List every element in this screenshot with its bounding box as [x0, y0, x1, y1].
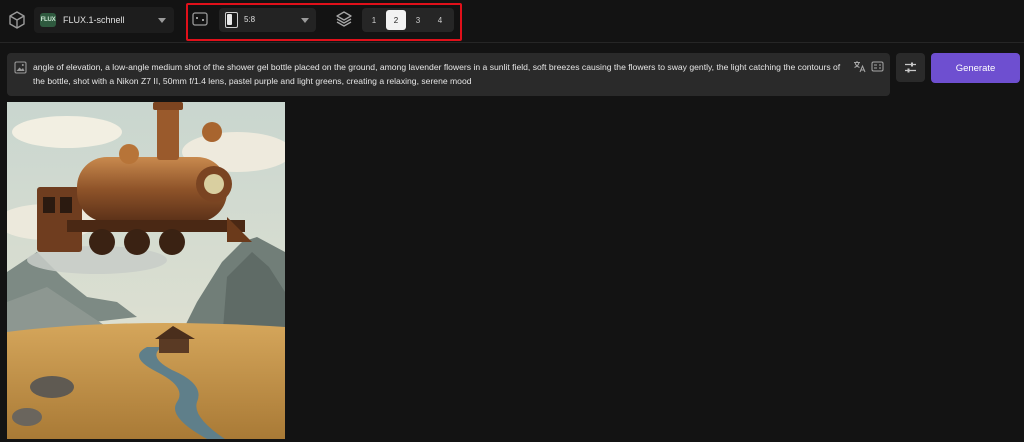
- aspect-ratio-select[interactable]: 5:8: [219, 8, 316, 32]
- toolbar-divider: [0, 42, 1024, 43]
- model-select[interactable]: FLUX FLUX.1-schnell: [34, 7, 174, 33]
- generated-image[interactable]: [7, 102, 285, 439]
- generate-button[interactable]: Generate: [931, 53, 1020, 83]
- sliders-icon: [905, 62, 916, 73]
- count-option-2[interactable]: 2: [386, 10, 406, 30]
- chevron-down-icon: [158, 18, 166, 23]
- prompt-text[interactable]: angle of elevation, a low-angle medium s…: [33, 60, 851, 88]
- cube-icon: [9, 11, 25, 29]
- image-icon: [14, 61, 27, 74]
- settings-button[interactable]: [896, 53, 925, 82]
- prompt-input[interactable]: angle of elevation, a low-angle medium s…: [7, 53, 890, 96]
- app-root: FLUX FLUX.1-schnell 5:8 1 2 3 4 angle of…: [0, 0, 1024, 442]
- flux-logo-icon: FLUX: [40, 13, 56, 27]
- count-option-4[interactable]: 4: [430, 10, 450, 30]
- aspect-ratio-icon[interactable]: [191, 10, 209, 28]
- top-toolbar: FLUX FLUX.1-schnell 5:8 1 2 3 4: [0, 0, 1024, 42]
- chevron-down-icon: [301, 18, 309, 23]
- count-option-3[interactable]: 3: [408, 10, 428, 30]
- steam-locomotive-artwork: [7, 102, 285, 439]
- translate-icon[interactable]: [853, 60, 866, 73]
- model-label: FLUX.1-schnell: [63, 15, 125, 25]
- caption-icon[interactable]: [871, 60, 884, 73]
- count-option-1[interactable]: 1: [364, 10, 384, 30]
- image-count-selector: 1 2 3 4: [362, 8, 454, 32]
- aspect-ratio-value: 5:8: [244, 15, 256, 24]
- layers-icon[interactable]: [335, 10, 353, 28]
- portrait-ratio-icon: [225, 12, 238, 28]
